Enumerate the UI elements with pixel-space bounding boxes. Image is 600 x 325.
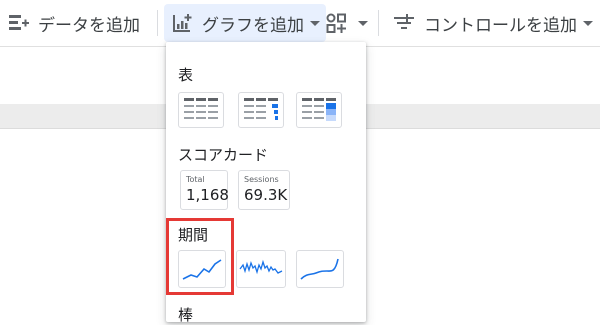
add-component-button[interactable] <box>324 4 368 42</box>
scorecard-value: 1,168 <box>186 186 229 204</box>
add-control-label: コントロールを追加 <box>424 15 577 36</box>
section-title-bar: 棒 <box>178 306 194 324</box>
table-icon <box>184 98 218 119</box>
chart-option-scorecard[interactable]: Total 1,168 <box>180 170 229 210</box>
add-control-button[interactable]: コントロールを追加 <box>392 4 593 42</box>
chart-option-table-bars[interactable] <box>238 92 284 128</box>
filter-control-icon <box>392 11 416 35</box>
add-chart-button[interactable]: グラフを追加 <box>164 4 326 42</box>
chevron-down-icon <box>583 20 593 26</box>
add-chart-icon <box>170 11 194 35</box>
shapes-add-icon <box>324 11 352 35</box>
chart-option-smoothed-line[interactable] <box>296 250 344 288</box>
highlight-box <box>166 218 234 295</box>
scorecard-label: Total <box>186 175 205 184</box>
chevron-down-icon <box>310 20 320 26</box>
section-title-table: 表 <box>178 66 194 84</box>
add-data-button[interactable]: データを追加 <box>6 4 140 42</box>
smooth-line-icon <box>300 258 339 280</box>
chart-option-table[interactable] <box>178 92 224 128</box>
toolbar-divider <box>157 10 158 36</box>
table-bars-icon <box>244 98 278 120</box>
scorecard-label: Sessions <box>244 175 279 184</box>
chart-option-scorecard-compact[interactable]: Sessions 69.3K <box>238 170 290 210</box>
table-heatmap-icon <box>302 98 336 121</box>
chevron-down-icon <box>358 20 368 26</box>
add-data-icon <box>6 11 30 35</box>
scorecard-value: 69.3K <box>244 186 288 204</box>
sparkline-icon <box>239 259 283 275</box>
section-title-scorecard: スコアカード <box>178 146 269 164</box>
chart-option-table-heatmap[interactable] <box>296 92 342 128</box>
toolbar-divider <box>378 10 379 36</box>
toolbar: データを追加 グラフを追加 コントロールを追加 <box>0 0 600 47</box>
add-chart-label: グラフを追加 <box>202 15 304 36</box>
add-data-label: データを追加 <box>38 15 140 36</box>
chart-option-timeseries-sparkline[interactable] <box>236 250 286 288</box>
